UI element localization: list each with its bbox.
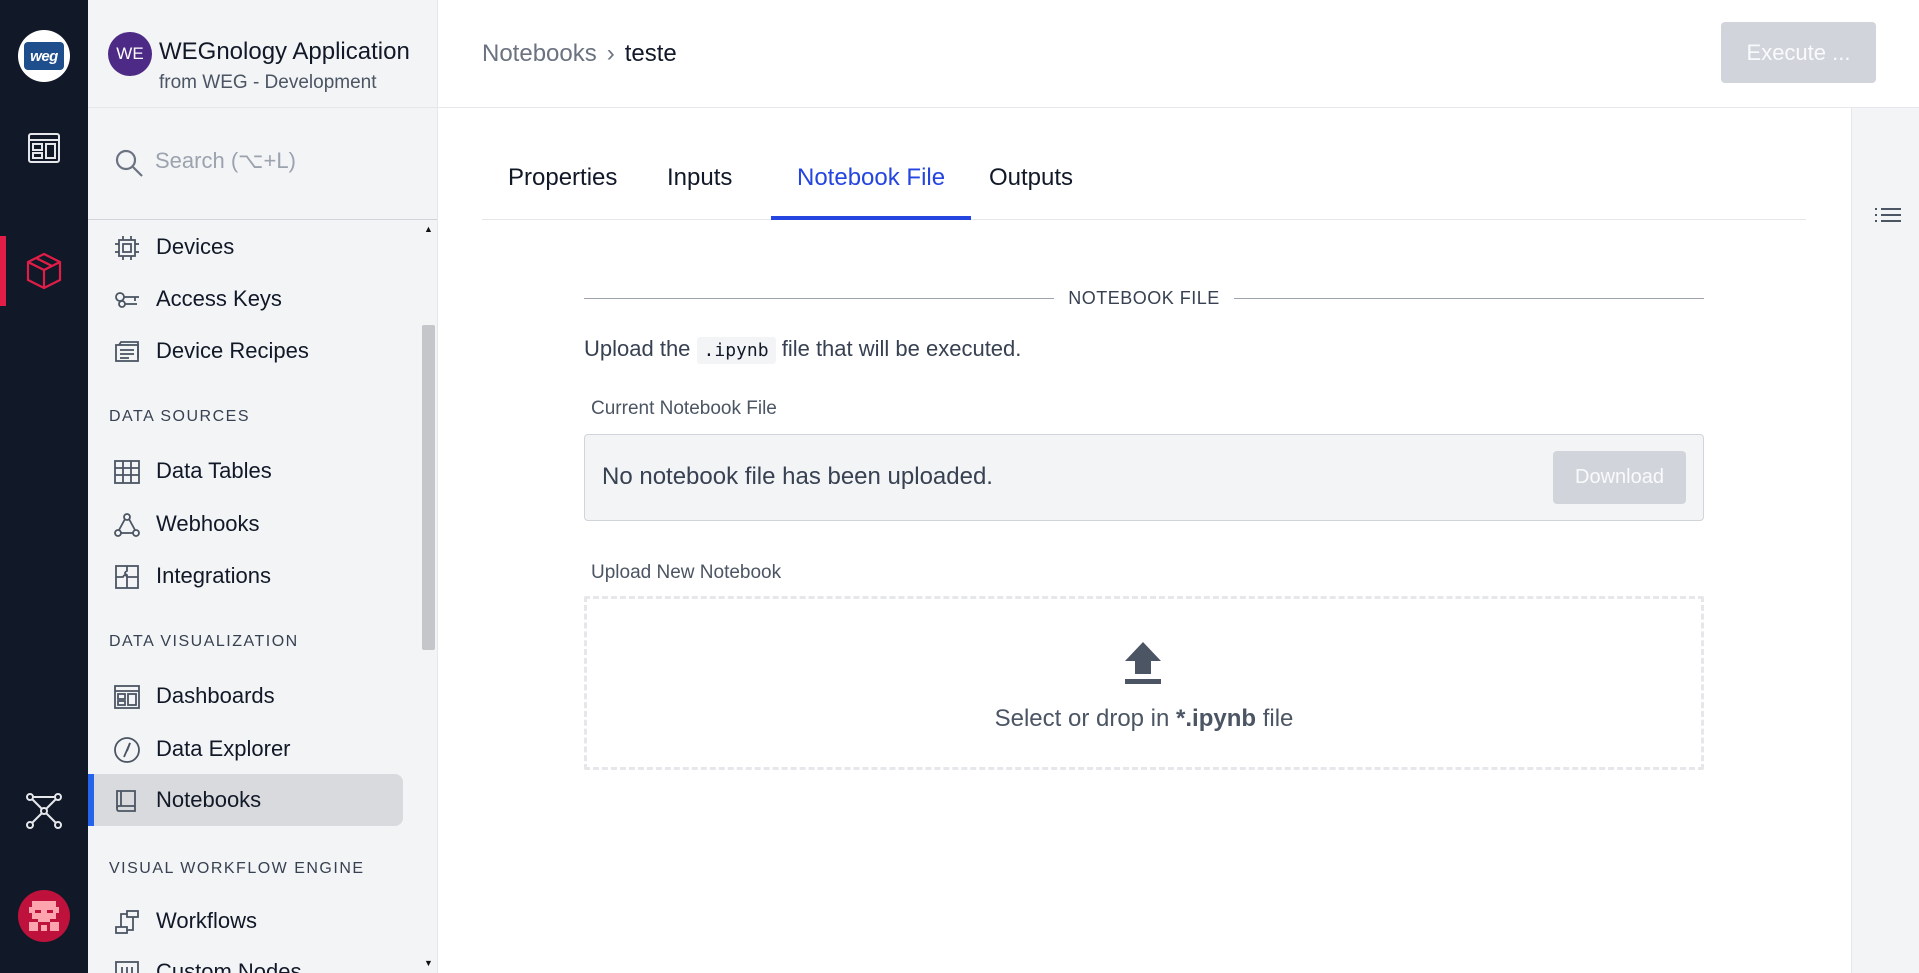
- right-panel-strip: [1851, 108, 1919, 973]
- sidebar-item-devices[interactable]: Devices: [88, 221, 403, 273]
- sidebar-item-access-keys[interactable]: Access Keys: [88, 273, 403, 325]
- execute-button[interactable]: Execute ...: [1721, 22, 1876, 83]
- upload-icon: [1125, 642, 1161, 684]
- sidebar: WE WEGnology Application from WEG - Deve…: [88, 0, 438, 973]
- dashboard-icon: [114, 685, 140, 709]
- custom-nodes-icon: [115, 961, 139, 973]
- rail-network-button[interactable]: [0, 776, 88, 846]
- section-heading-data-sources: DATA SOURCES: [109, 408, 250, 425]
- upload-notebook-label: Upload New Notebook: [591, 562, 782, 583]
- sidebar-item-device-recipes[interactable]: Device Recipes: [88, 325, 403, 377]
- sidebar-item-workflows[interactable]: Workflows: [88, 895, 403, 947]
- book-icon: [116, 790, 136, 812]
- puzzle-icon: [115, 565, 139, 589]
- rail-dashboards-button[interactable]: [0, 113, 88, 183]
- table-icon: [114, 460, 140, 484]
- sidebar-item-label: Custom Nodes: [156, 959, 302, 973]
- main-content: Properties Inputs Notebook File Outputs …: [438, 108, 1851, 973]
- sidebar-item-label: Workflows: [156, 908, 258, 933]
- sidebar-item-notebooks[interactable]: Notebooks: [88, 774, 403, 826]
- sidebar-item-webhooks[interactable]: Webhooks: [88, 498, 403, 550]
- app-title: WEGnology Application: [159, 38, 410, 65]
- compass-icon: [114, 737, 140, 763]
- list-toggle-icon[interactable]: [1874, 206, 1902, 228]
- dashboard-icon: [28, 133, 60, 163]
- section-heading-visual-workflow-engine: VISUAL WORKFLOW ENGINE: [109, 860, 365, 877]
- sidebar-item-dashboards[interactable]: Dashboards: [88, 670, 403, 722]
- tab-bar: Properties Inputs Notebook File Outputs: [482, 158, 1806, 220]
- sidebar-item-label: Webhooks: [156, 511, 260, 536]
- chip-icon: [115, 236, 139, 260]
- sidebar-item-label: Device Recipes: [156, 338, 309, 363]
- breadcrumb-separator: ›: [606, 40, 615, 67]
- sidebar-item-label: Integrations: [156, 563, 271, 588]
- upload-dropzone[interactable]: Select or drop in *.ipynb file: [584, 596, 1704, 770]
- avatar-icon: [29, 901, 59, 931]
- section-heading-data-visualization: DATA VISUALIZATION: [109, 633, 299, 650]
- sidebar-item-label: Devices: [156, 234, 235, 259]
- app-header[interactable]: WE WEGnology Application from WEG - Deve…: [88, 0, 437, 108]
- current-notebook-field: No notebook file has been uploaded. Down…: [584, 434, 1704, 521]
- tab-properties[interactable]: Properties: [482, 158, 643, 220]
- sidebar-item-data-tables[interactable]: Data Tables: [88, 445, 403, 497]
- left-rail: weg: [0, 0, 88, 973]
- rail-application-button[interactable]: [0, 236, 88, 306]
- sidebar-item-label: Access Keys: [156, 286, 282, 311]
- dropzone-text: Select or drop in *.ipynb file: [587, 705, 1701, 733]
- section-title-text: NOTEBOOK FILE: [1054, 288, 1234, 308]
- sidebar-item-integrations[interactable]: Integrations: [88, 550, 403, 602]
- breadcrumb-parent-link[interactable]: Notebooks: [482, 40, 597, 67]
- intro-code: .ipynb: [696, 337, 776, 364]
- sidebar-search[interactable]: Search (⌥+L): [88, 108, 437, 220]
- search-icon: [115, 149, 143, 177]
- sidebar-item-data-explorer[interactable]: Data Explorer: [88, 723, 403, 775]
- sidebar-item-label: Data Explorer: [156, 736, 291, 761]
- sidebar-scrollbar-thumb[interactable]: [422, 325, 435, 650]
- intro-text-after: file that will be executed.: [781, 336, 1022, 361]
- tab-notebook-file[interactable]: Notebook File: [771, 158, 972, 220]
- keys-icon: [115, 292, 139, 308]
- section-description: Upload the .ipynb file that will be exec…: [584, 336, 1022, 364]
- sidebar-item-label: Data Tables: [156, 458, 272, 483]
- download-button[interactable]: Download: [1553, 451, 1686, 504]
- user-avatar[interactable]: [18, 890, 70, 942]
- breadcrumb: Notebooks › teste: [482, 40, 677, 68]
- weg-logo[interactable]: weg: [18, 30, 70, 82]
- tab-inputs[interactable]: Inputs: [641, 158, 758, 220]
- sidebar-nav: Devices Access Keys Device Recipes DATA …: [88, 221, 420, 973]
- sidebar-item-label: Notebooks: [156, 787, 262, 812]
- dropzone-text-before: Select or drop in: [994, 705, 1170, 732]
- search-input[interactable]: Search (⌥+L): [155, 148, 296, 174]
- network-icon: [26, 793, 62, 829]
- webhook-icon: [114, 513, 140, 537]
- dropzone-extension: *.ipynb: [1176, 705, 1257, 732]
- section-title: NOTEBOOK FILE: [584, 288, 1704, 309]
- app-badge: WE: [108, 32, 152, 76]
- sidebar-item-label: Dashboards: [156, 683, 275, 708]
- page-header: Notebooks › teste Execute ...: [438, 0, 1919, 108]
- weg-logo-mark: weg: [24, 42, 64, 70]
- scroll-down-arrow-icon[interactable]: ▼: [424, 958, 433, 968]
- recipe-icon: [115, 341, 139, 362]
- scroll-up-arrow-icon[interactable]: ▲: [424, 224, 433, 234]
- workflow-icon: [115, 910, 139, 934]
- breadcrumb-current: teste: [624, 40, 677, 67]
- cube-icon: [26, 252, 62, 290]
- sidebar-item-custom-nodes[interactable]: Custom Nodes: [88, 946, 403, 973]
- current-notebook-value: No notebook file has been uploaded.: [602, 463, 993, 490]
- dropzone-text-after: file: [1262, 705, 1294, 732]
- current-notebook-label: Current Notebook File: [591, 398, 777, 419]
- app-subtitle: from WEG - Development: [159, 72, 377, 93]
- tab-outputs[interactable]: Outputs: [963, 158, 1099, 220]
- intro-text-before: Upload the: [584, 336, 691, 361]
